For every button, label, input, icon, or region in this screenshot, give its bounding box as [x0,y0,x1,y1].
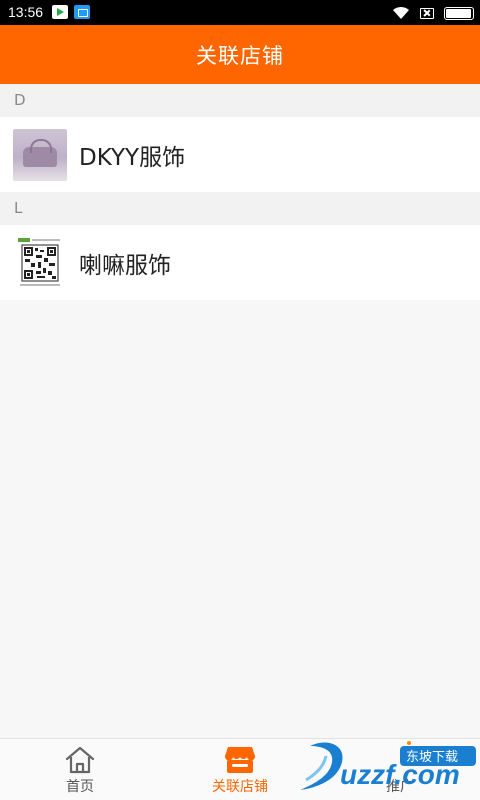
app-notification-icon [74,5,90,19]
shop-icon [224,747,256,773]
shop-name: DKYY服饰 [79,144,186,171]
shop-row-dkyy[interactable]: DKYY服饰 [0,117,480,192]
battery-icon [444,6,474,20]
wifi-icon [393,6,409,19]
page-title: 关联店铺 [196,43,284,68]
qr-code-thumbnail [13,236,67,289]
shop-row-lama[interactable]: 喇嘛服饰 [0,225,480,300]
handbag-thumbnail [13,128,67,181]
tab-home[interactable]: 首页 [0,739,160,800]
play-store-notification-icon [52,5,68,19]
tab-label: 首页 [66,779,94,795]
watermark-tag: 东坡下载 [406,750,458,765]
shop-list: D DKYY服饰 L 喇嘛服饰 [0,84,480,300]
status-time: 13:56 [8,4,44,20]
shop-name: 喇嘛服饰 [79,252,171,279]
home-icon [65,746,95,774]
status-bar: 13:56 [0,0,480,25]
uzzf-watermark-logo: uzzf.com 东坡下载 [300,741,476,790]
section-header-d: D [0,84,480,117]
no-sim-icon [420,7,434,19]
section-header-l: L [0,192,480,225]
qr-code-icon [18,237,60,286]
app-header: 关联店铺 [0,25,480,84]
